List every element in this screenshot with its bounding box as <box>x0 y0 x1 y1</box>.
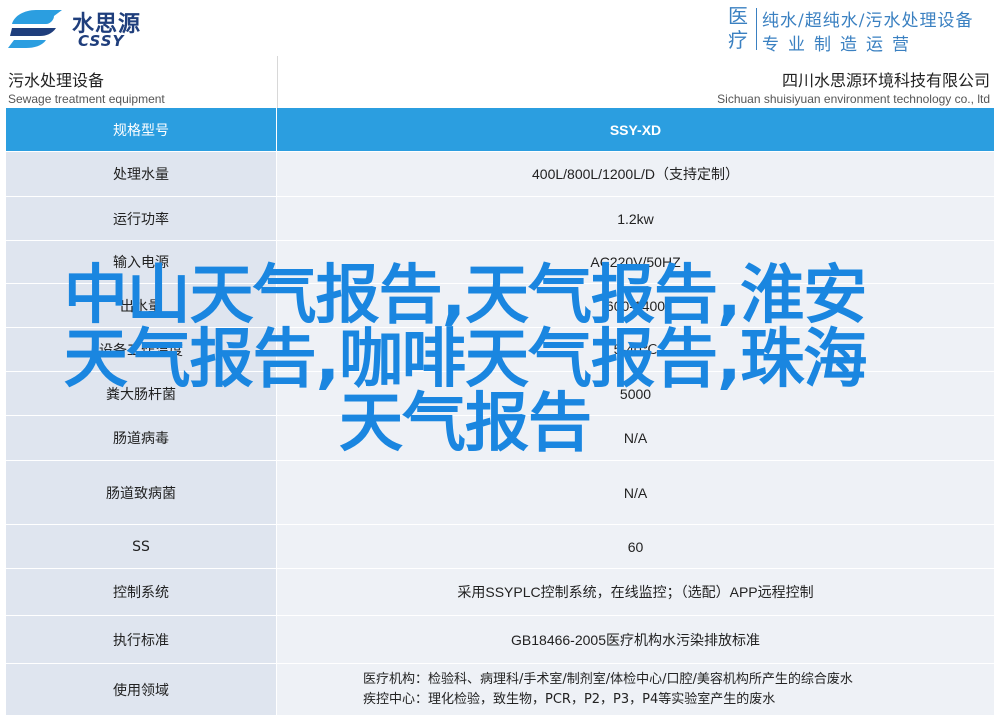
spec-value: 医疗机构：检验科、病理科/手术室/制剂室/体检中心/口腔/美容机构所产生的综合废… <box>277 663 994 715</box>
product-title: 污水处理设备 Sewage treatment equipment <box>8 70 165 106</box>
spec-label: 执行标准 <box>6 615 277 663</box>
spec-label: 控制系统 <box>6 568 277 615</box>
overlay-line-2: 天气报告,咖啡天气报告,珠海 <box>63 323 868 397</box>
slogan-badge: 医疗 <box>728 4 748 52</box>
usage-line-2: 疾控中心：理化检验，致生物，PCR，P2，P3，P4等实验室产生的废水 <box>363 691 776 707</box>
spec-label: SS <box>6 524 277 568</box>
spec-value: 1.2kw <box>277 196 994 240</box>
usage-line-1: 医疗机构：检验科、病理科/手术室/制剂室/体检中心/口腔/美容机构所产生的综合废… <box>363 671 853 687</box>
company-logo[interactable]: 水思源 CSSY <box>6 4 146 52</box>
table-row: SS 60 <box>6 524 994 568</box>
header-slogan: 医疗 纯水/超纯水/污水处理设备 专业制造运营 <box>724 4 994 55</box>
company-name-cn: 四川水思源环境科技有限公司 <box>781 71 990 90</box>
spec-value: GB18466-2005医疗机构水污染排放标准 <box>277 615 994 663</box>
company-name-en: Sichuan shuisiyuan environment technolog… <box>717 92 990 106</box>
spec-value: N/A <box>277 460 994 524</box>
watermark-overlay: 中山天气报告,天气报告,淮安 天气报告,咖啡天气报告,珠海 天气报告 <box>20 264 910 456</box>
overlay-line-3: 天气报告 <box>339 387 592 461</box>
spec-label: 规格型号 <box>6 108 277 151</box>
table-row: 执行标准 GB18466-2005医疗机构水污染排放标准 <box>6 615 994 663</box>
spec-label: 使用领域 <box>6 663 277 715</box>
slogan-line-1: 纯水/超纯水/污水处理设备 <box>762 11 974 31</box>
spec-value: 采用SSYPLC控制系统，在线监控；（选配）APP远程控制 <box>277 568 994 615</box>
spec-label: 肠道致病菌 <box>6 460 277 524</box>
spec-value: SSY-XD <box>277 108 994 151</box>
spec-label: 处理水量 <box>6 151 277 196</box>
slogan-line-2: 专业制造运营 <box>762 35 918 55</box>
company-title: 四川水思源环境科技有限公司 Sichuan shuisiyuan environ… <box>717 70 990 106</box>
title-divider <box>277 56 278 108</box>
site-header: 水思源 CSSY 医疗 纯水/超纯水/污水处理设备 专业制造运营 <box>0 0 1000 56</box>
table-row: 运行功率 1.2kw <box>6 196 994 240</box>
logo-english-name: CSSY <box>78 32 125 50</box>
spec-value: 60 <box>277 524 994 568</box>
product-title-cn: 污水处理设备 <box>8 71 105 90</box>
table-row: 使用领域 医疗机构：检验科、病理科/手术室/制剂室/体检中心/口腔/美容机构所产… <box>6 663 994 715</box>
product-title-en: Sewage treatment equipment <box>8 92 165 106</box>
table-row: 肠道致病菌 N/A <box>6 460 994 524</box>
table-row: 处理水量 400L/800L/1200L/D（支持定制） <box>6 151 994 196</box>
spec-label: 运行功率 <box>6 196 277 240</box>
overlay-line-1: 中山天气报告,天气报告,淮安 <box>63 259 868 333</box>
logo-mark-icon <box>8 10 62 48</box>
table-header-row: 规格型号 SSY-XD <box>6 108 994 151</box>
spec-value: 400L/800L/1200L/D（支持定制） <box>277 151 994 196</box>
slogan-divider <box>756 8 757 50</box>
table-row: 控制系统 采用SSYPLC控制系统，在线监控；（选配）APP远程控制 <box>6 568 994 615</box>
